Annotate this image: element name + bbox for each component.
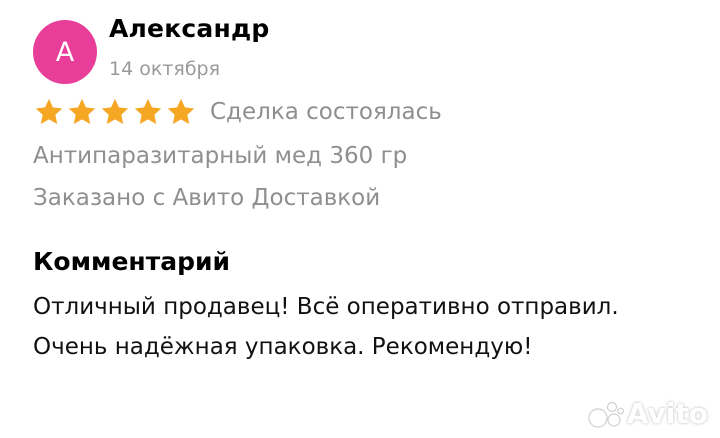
avatar-letter: А xyxy=(55,36,75,68)
star-icon xyxy=(167,98,195,124)
rating-row: Сделка состоялась xyxy=(33,96,442,128)
star-icon xyxy=(35,98,63,124)
product-name[interactable]: Антипаразитарный мед 360 гр xyxy=(33,143,407,169)
comment-text: Отличный продавец! Всё оперативно отправ… xyxy=(33,294,619,360)
deal-status: Сделка состоялась xyxy=(210,99,442,125)
avito-watermark: Avito xyxy=(587,397,708,430)
star-rating xyxy=(33,96,198,128)
star-icon xyxy=(101,98,129,124)
star-icon xyxy=(68,98,96,124)
avito-logo-icon xyxy=(588,401,624,428)
review-card: А Александр 14 октября Сделка состоялась… xyxy=(0,0,720,438)
watermark-text: Avito xyxy=(626,397,708,430)
delivery-info: Заказано с Авито Доставкой xyxy=(33,185,381,211)
comment-heading: Комментарий xyxy=(33,247,230,276)
author-name[interactable]: Александр xyxy=(109,14,269,43)
review-date: 14 октября xyxy=(109,58,221,80)
star-icon xyxy=(134,98,162,124)
avatar[interactable]: А xyxy=(33,20,97,84)
